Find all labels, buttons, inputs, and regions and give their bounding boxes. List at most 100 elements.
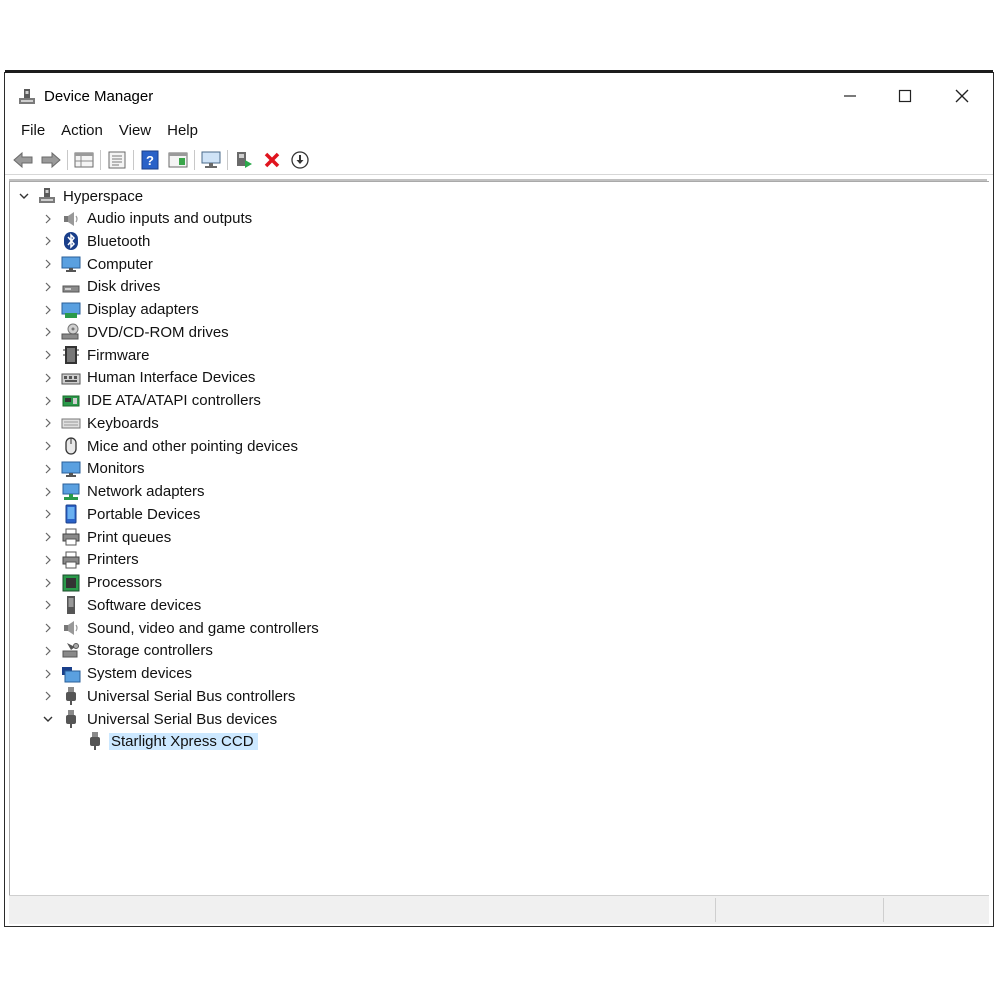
tree-category[interactable]: Human Interface Devices <box>41 367 255 389</box>
processor-icon <box>61 573 81 593</box>
tree-category-label: DVD/CD-ROM drives <box>87 323 229 341</box>
chevron-down-icon[interactable] <box>41 712 55 726</box>
chevron-right-icon[interactable] <box>41 507 55 521</box>
tree-category-label: Disk drives <box>87 278 161 296</box>
scan-hardware-button[interactable] <box>199 148 223 172</box>
chevron-right-icon[interactable] <box>41 303 55 317</box>
status-bar <box>9 895 989 924</box>
chevron-right-icon[interactable] <box>41 325 55 339</box>
computer-tree-icon <box>37 186 57 206</box>
properties-grid-icon <box>74 152 94 167</box>
forward-button[interactable] <box>39 148 63 172</box>
view-list-button[interactable] <box>105 148 129 172</box>
usb-icon <box>61 709 81 729</box>
keyboard-icon <box>61 413 81 433</box>
tree-category[interactable]: Monitors <box>41 458 145 480</box>
close-button[interactable] <box>939 79 985 113</box>
maximize-button[interactable] <box>882 79 928 113</box>
properties-grid-button[interactable] <box>72 148 96 172</box>
tree-category[interactable]: Disk drives <box>41 276 160 298</box>
chevron-right-icon[interactable] <box>41 212 55 226</box>
tree-category[interactable]: Universal Serial Bus controllers <box>41 685 295 707</box>
tree-category[interactable]: Mice and other pointing devices <box>41 435 298 457</box>
tree-category[interactable]: Processors <box>41 572 162 594</box>
tree-category[interactable]: IDE ATA/ATAPI controllers <box>41 390 261 412</box>
menu-help[interactable]: Help <box>159 122 206 139</box>
tree-category[interactable]: Print queues <box>41 526 171 548</box>
chevron-right-icon[interactable] <box>41 485 55 499</box>
chevron-right-icon[interactable] <box>41 234 55 248</box>
menu-action[interactable]: Action <box>53 122 111 139</box>
chevron-right-icon[interactable] <box>41 280 55 294</box>
chevron-right-icon[interactable] <box>41 439 55 453</box>
tree-category-label: Sound, video and game controllers <box>87 619 319 637</box>
tree-category-label: Printers <box>87 551 139 569</box>
tree-category-label: Keyboards <box>87 414 159 432</box>
tree-category-label: Mice and other pointing devices <box>87 437 298 455</box>
device-item-starlight[interactable]: Starlight Xpress CCD <box>85 730 258 752</box>
status-divider <box>715 898 716 922</box>
tree-category[interactable]: Firmware <box>41 344 150 366</box>
minimize-button[interactable] <box>827 79 873 113</box>
tree-category[interactable]: Printers <box>41 549 139 571</box>
uninstall-button[interactable] <box>260 148 284 172</box>
toolbar-separator <box>100 149 101 170</box>
tree-category[interactable]: Storage controllers <box>41 640 213 662</box>
dvd-drive-icon <box>61 322 81 342</box>
chevron-right-icon[interactable] <box>41 621 55 635</box>
chevron-right-icon[interactable] <box>41 553 55 567</box>
tree-category[interactable]: Universal Serial Bus devices <box>41 708 277 730</box>
chevron-right-icon[interactable] <box>41 394 55 408</box>
tree-category[interactable]: Display adapters <box>41 299 199 321</box>
menu-view[interactable]: View <box>111 122 159 139</box>
firmware-icon <box>61 345 81 365</box>
tree-category[interactable]: Audio inputs and outputs <box>41 208 252 230</box>
tree-category-label: Universal Serial Bus devices <box>87 710 278 728</box>
chevron-right-icon[interactable] <box>41 348 55 362</box>
chevron-right-icon[interactable] <box>41 257 55 271</box>
action-pane-button[interactable] <box>166 148 190 172</box>
chevron-right-icon[interactable] <box>41 576 55 590</box>
tree-category-label: Processors <box>87 574 163 591</box>
tree-category-label: Bluetooth <box>87 232 151 250</box>
tree-category-label: Audio inputs and outputs <box>87 210 253 227</box>
chevron-right-icon[interactable] <box>41 371 55 385</box>
back-button[interactable] <box>11 148 35 172</box>
tree-root[interactable]: Hyperspace <box>17 185 143 207</box>
chevron-right-icon[interactable] <box>41 462 55 476</box>
menu-bar: File Action View Help <box>5 119 993 141</box>
storage-controller-icon <box>61 641 81 661</box>
chevron-right-icon[interactable] <box>41 667 55 681</box>
chevron-right-icon[interactable] <box>41 598 55 612</box>
forward-icon <box>41 151 61 168</box>
tree-category[interactable]: Keyboards <box>41 412 159 434</box>
speaker-icon <box>61 209 81 229</box>
tree-category[interactable]: System devices <box>41 663 192 685</box>
chevron-right-icon[interactable] <box>41 689 55 703</box>
tree-category[interactable]: Bluetooth <box>41 230 150 252</box>
tree-category[interactable]: Computer <box>41 253 153 275</box>
title-bar[interactable]: Device Manager <box>5 73 993 117</box>
speaker-icon <box>61 618 81 638</box>
chevron-right-icon[interactable] <box>41 530 55 544</box>
disk-drive-icon <box>61 277 81 297</box>
chevron-down-icon[interactable] <box>17 189 31 203</box>
tree-category-label: Computer <box>87 255 153 273</box>
tree-category-label: Storage controllers <box>87 642 213 660</box>
tree-category[interactable]: DVD/CD-ROM drives <box>41 321 229 343</box>
tree-category[interactable]: Software devices <box>41 594 201 616</box>
tree-category[interactable]: Network adapters <box>41 481 205 503</box>
device-manager-window: Device Manager File Action View Help ? H… <box>4 70 994 927</box>
tree-category[interactable]: Sound, video and game controllers <box>41 617 319 639</box>
tree-category[interactable]: Portable Devices <box>41 503 200 525</box>
menu-file[interactable]: File <box>13 122 53 139</box>
chevron-right-icon[interactable] <box>41 416 55 430</box>
toolbar: ? <box>5 145 993 175</box>
tree-category-label: System devices <box>87 665 193 682</box>
tree-category-label: IDE ATA/ATAPI controllers <box>87 392 261 409</box>
disable-icon <box>291 150 309 169</box>
chevron-right-icon[interactable] <box>41 644 55 658</box>
help-button[interactable]: ? <box>138 148 162 172</box>
update-driver-button[interactable] <box>232 148 256 172</box>
disable-button[interactable] <box>288 148 312 172</box>
